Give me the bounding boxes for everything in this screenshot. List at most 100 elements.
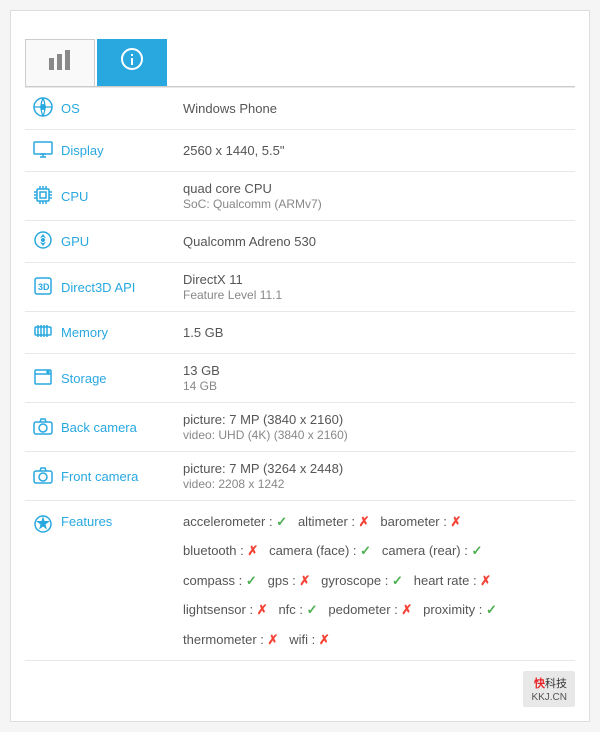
row-direct3d: 3D Direct3D API DirectX 11Feature Level …: [25, 263, 575, 312]
value-main-gpu: Qualcomm Adreno 530: [183, 234, 316, 249]
check-2-2: ✓: [392, 573, 403, 588]
value-sub-frontcamera: video: 2208 x 1242: [183, 477, 284, 491]
value-main-memory: 1.5 GB: [183, 325, 223, 340]
row-display: Display 2560 x 1440, 5.5": [25, 130, 575, 172]
feature-line-4: thermometer : ✗ wifi : ✗: [183, 628, 567, 651]
label-text-cpu: CPU: [61, 189, 88, 204]
check-0-0: ✓: [276, 514, 287, 529]
cross-2-3: ✗: [480, 573, 491, 588]
value-cell-features: accelerometer : ✓ altimeter : ✗ baromete…: [175, 501, 575, 661]
label-cell-storage: Storage: [25, 354, 175, 403]
graphics-tab-icon: [48, 48, 72, 76]
label-text-backcamera: Back camera: [61, 420, 137, 435]
feature-name-3-3: proximity : ✓: [423, 602, 497, 617]
label-cell-backcamera: Back camera: [25, 403, 175, 452]
label-cell-gpu: GPU: [25, 221, 175, 263]
label-cell-memory: Memory: [25, 312, 175, 354]
check-1-2: ✓: [471, 543, 482, 558]
tab-graphics[interactable]: [25, 39, 95, 86]
label-text-direct3d: Direct3D API: [61, 280, 135, 295]
watermark: 快科技 KKJ.CN: [25, 671, 575, 707]
value-main-storage: 13 GB: [183, 363, 220, 378]
value-cell-memory: 1.5 GB: [175, 312, 575, 354]
row-frontcamera: Front camera picture: 7 MP (3264 x 2448)…: [25, 452, 575, 501]
row-features: Features accelerometer : ✓ altimeter : ✗…: [25, 501, 575, 661]
cross-1-0: ✗: [247, 543, 258, 558]
row-storage: Storage 13 GB14 GB: [25, 354, 575, 403]
cross-2-1: ✗: [299, 573, 310, 588]
features-icon: [33, 514, 53, 537]
label-cell-cpu: CPU: [25, 172, 175, 221]
cross-3-2: ✗: [401, 602, 412, 617]
label-text-memory: Memory: [61, 325, 108, 340]
cross-0-1: ✗: [359, 514, 370, 529]
row-gpu: GPU Qualcomm Adreno 530: [25, 221, 575, 263]
storage-icon: [33, 367, 53, 390]
label-text-gpu: GPU: [61, 234, 89, 249]
feature-name-2-3: heart rate : ✗: [414, 573, 491, 588]
feature-name-1-2: camera (rear) : ✓: [382, 543, 482, 558]
row-cpu: CPU quad core CPUSoC: Qualcomm (ARMv7): [25, 172, 575, 221]
row-backcamera: Back camera picture: 7 MP (3840 x 2160)v…: [25, 403, 575, 452]
camera-icon: [33, 416, 53, 439]
tab-info[interactable]: [97, 39, 167, 86]
value-main-cpu: quad core CPU: [183, 181, 272, 196]
value-cell-gpu: Qualcomm Adreno 530: [175, 221, 575, 263]
watermark-text: 快科技 KKJ.CN: [523, 671, 575, 707]
value-cell-cpu: quad core CPUSoC: Qualcomm (ARMv7): [175, 172, 575, 221]
value-cell-direct3d: DirectX 11Feature Level 11.1: [175, 263, 575, 312]
label-text-storage: Storage: [61, 371, 107, 386]
label-text-features: Features: [61, 514, 112, 529]
label-cell-display: Display: [25, 130, 175, 172]
frontcamera-icon: [33, 465, 53, 488]
svg-text:3D: 3D: [38, 282, 50, 292]
gpu-icon: [33, 230, 53, 253]
tabs-container: [25, 39, 575, 87]
feature-name-4-1: wifi : ✗: [289, 632, 330, 647]
cross-0-2: ✗: [450, 514, 461, 529]
label-text-os: OS: [61, 101, 80, 116]
cross-3-0: ✗: [257, 602, 268, 617]
info-table: OS Windows Phone Display 2560 x 1440, 5.…: [25, 87, 575, 661]
value-cell-os: Windows Phone: [175, 88, 575, 130]
feature-name-3-0: lightsensor : ✗: [183, 602, 268, 617]
check-2-0: ✓: [246, 573, 257, 588]
label-cell-direct3d: 3D Direct3D API: [25, 263, 175, 312]
feature-name-2-2: gyroscope : ✓: [321, 573, 403, 588]
feature-line-1: bluetooth : ✗ camera (face) : ✓ camera (…: [183, 539, 567, 562]
label-text-display: Display: [61, 143, 104, 158]
value-sub-direct3d: Feature Level 11.1: [183, 288, 282, 302]
check-3-1: ✓: [307, 602, 318, 617]
row-memory: Memory 1.5 GB: [25, 312, 575, 354]
feature-name-4-0: thermometer : ✗: [183, 632, 278, 647]
label-cell-frontcamera: Front camera: [25, 452, 175, 501]
value-main-display: 2560 x 1440, 5.5": [183, 143, 284, 158]
value-main-direct3d: DirectX 11: [183, 272, 243, 287]
value-main-frontcamera: picture: 7 MP (3264 x 2448): [183, 461, 343, 476]
check-3-3: ✓: [486, 602, 497, 617]
value-sub-backcamera: video: UHD (4K) (3840 x 2160): [183, 428, 348, 442]
feature-line-0: accelerometer : ✓ altimeter : ✗ baromete…: [183, 510, 567, 533]
value-main-os: Windows Phone: [183, 101, 277, 116]
feature-name-0-2: barometer : ✗: [380, 514, 461, 529]
os-icon: [33, 97, 53, 120]
value-main-backcamera: picture: 7 MP (3840 x 2160): [183, 412, 343, 427]
feature-name-0-1: altimeter : ✗: [298, 514, 370, 529]
value-cell-display: 2560 x 1440, 5.5": [175, 130, 575, 172]
memory-icon: [33, 321, 53, 344]
page-wrapper: OS Windows Phone Display 2560 x 1440, 5.…: [10, 10, 590, 722]
info-tab-icon: [121, 48, 143, 76]
feature-name-3-2: pedometer : ✗: [328, 602, 412, 617]
feature-name-1-1: camera (face) : ✓: [269, 543, 371, 558]
value-cell-frontcamera: picture: 7 MP (3264 x 2448)video: 2208 x…: [175, 452, 575, 501]
label-cell-features: Features: [25, 501, 175, 661]
label-text-frontcamera: Front camera: [61, 469, 138, 484]
feature-line-3: lightsensor : ✗ nfc : ✓ pedometer : ✗ pr…: [183, 598, 567, 621]
display-icon: [33, 139, 53, 162]
value-cell-backcamera: picture: 7 MP (3840 x 2160)video: UHD (4…: [175, 403, 575, 452]
label-cell-os: OS: [25, 88, 175, 130]
feature-name-2-1: gps : ✗: [268, 573, 311, 588]
feature-name-1-0: bluetooth : ✗: [183, 543, 258, 558]
value-sub-cpu: SoC: Qualcomm (ARMv7): [183, 197, 322, 211]
cross-4-1: ✗: [319, 632, 330, 647]
